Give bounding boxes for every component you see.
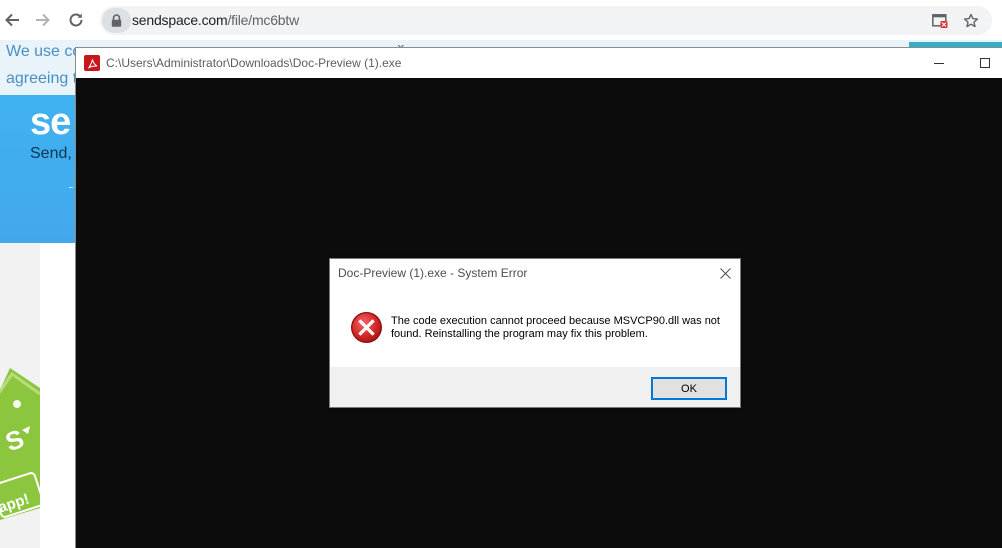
console-title-bar[interactable]: C:\Users\Administrator\Downloads\Doc-Pre…	[76, 48, 1002, 78]
dialog-title: Doc-Preview (1).exe - System Error	[338, 266, 528, 280]
site-info-button[interactable]	[102, 8, 131, 33]
forward-button[interactable]	[32, 9, 54, 31]
cookie-text-line2: agreeing t	[6, 70, 78, 87]
reload-button[interactable]	[65, 9, 87, 31]
popup-blocked-button[interactable]	[930, 11, 950, 31]
arrow-left-icon	[5, 13, 19, 27]
site-hero: se Send,	[0, 95, 76, 243]
app-promo-tag[interactable]: S app!	[0, 360, 40, 540]
url-text[interactable]: sendspace.com/file/mc6btw	[132, 12, 299, 28]
reload-icon	[69, 13, 83, 27]
console-title: C:\Users\Administrator\Downloads\Doc-Pre…	[106, 56, 402, 70]
bookmark-button[interactable]	[961, 11, 981, 31]
dialog-message: The code execution cannot proceed becaus…	[391, 315, 720, 340]
minimize-icon	[934, 63, 944, 64]
maximize-icon	[980, 58, 990, 68]
error-icon	[351, 312, 382, 343]
cookie-text-line1: We use co	[6, 43, 82, 60]
system-error-dialog[interactable]: Doc-Preview (1).exe - System Error The c…	[329, 258, 741, 408]
pdf-app-icon	[84, 55, 100, 71]
page-content-area	[40, 243, 76, 548]
address-bar[interactable]: sendspace.com/file/mc6btw	[100, 6, 992, 35]
arrow-right-icon	[36, 13, 50, 27]
dialog-footer: OK	[330, 367, 740, 407]
popup-blocked-icon	[932, 14, 948, 28]
close-icon	[719, 267, 731, 279]
url-domain: sendspace.com	[132, 12, 228, 28]
ok-button[interactable]: OK	[651, 377, 727, 400]
hero-divider	[69, 187, 73, 188]
browser-toolbar: sendspace.com/file/mc6btw	[0, 0, 1002, 40]
back-button[interactable]	[1, 9, 23, 31]
url-path: /file/mc6btw	[227, 12, 299, 28]
minimize-button[interactable]	[916, 48, 962, 78]
lock-icon	[111, 14, 122, 27]
site-logo[interactable]: se	[30, 101, 71, 144]
maximize-button[interactable]	[962, 48, 1002, 78]
star-icon	[963, 13, 979, 28]
dialog-close-button[interactable]	[710, 259, 740, 287]
hero-tagline: Send,	[30, 145, 72, 162]
dialog-body: The code execution cannot proceed becaus…	[330, 287, 740, 367]
